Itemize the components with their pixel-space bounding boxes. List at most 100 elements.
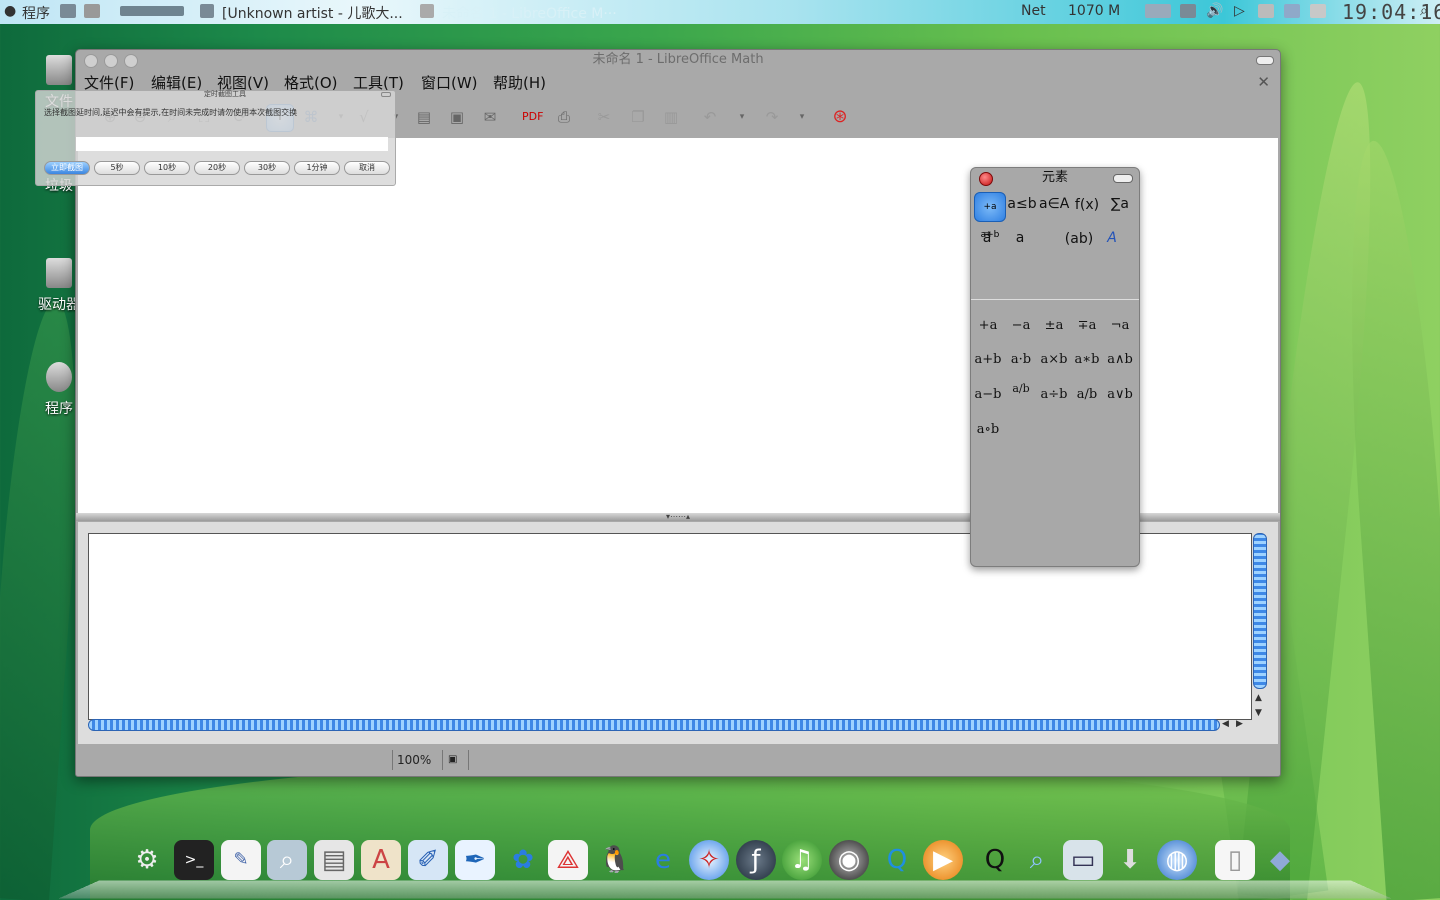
delay-30s-button[interactable]: 30秒 [244, 161, 290, 175]
element-minus-plus-a[interactable]: ∓a [1070, 318, 1104, 338]
search-icon[interactable]: Q [975, 840, 1015, 880]
export-pdf-icon[interactable]: PDF [522, 107, 543, 127]
graphics-icon[interactable]: A [361, 840, 401, 880]
quicktime-icon[interactable]: Q [877, 840, 917, 880]
element-a-div-b[interactable]: a÷b [1037, 387, 1071, 407]
play-icon[interactable]: ▷ [1234, 3, 1245, 19]
vertical-scroll-thumb[interactable] [1253, 533, 1267, 689]
capture-now-button[interactable]: 立即截图 [44, 161, 90, 175]
close-panel-button[interactable] [979, 172, 993, 186]
menu-window[interactable]: 窗口(W) [421, 72, 478, 93]
flash-icon[interactable]: ƒ [736, 840, 776, 880]
print-icon[interactable]: ⎙ [554, 107, 574, 127]
music-icon[interactable]: ♫ [782, 840, 822, 880]
close-window-button[interactable] [84, 54, 98, 68]
window-titlebar[interactable]: 未命名 1 - LibreOffice Math [76, 50, 1280, 70]
safari-icon[interactable]: ✧ [689, 840, 729, 880]
writer-icon[interactable]: ✐ [408, 840, 448, 880]
dropdown-arrow-icon[interactable]: ▾ [732, 107, 752, 127]
network-icon[interactable] [1180, 3, 1196, 19]
delay-20s-button[interactable]: 20秒 [194, 161, 240, 175]
menu-help[interactable]: 帮助(H) [493, 72, 546, 93]
scanner-icon[interactable]: ▭ [1063, 840, 1103, 880]
dialog-collapse-icon[interactable] [381, 92, 391, 97]
scroll-right-icon[interactable]: ▶ [1236, 719, 1243, 729]
image-viewer-icon[interactable]: ⌕ [267, 840, 307, 880]
element-a-and-b[interactable]: a∧b [1103, 352, 1137, 372]
element-a-slash-b[interactable]: a/b [1070, 387, 1104, 407]
globe-icon[interactable]: ◍ [1157, 840, 1197, 880]
delay-5s-button[interactable]: 5秒 [94, 161, 140, 175]
scroll-left-icon[interactable]: ◀ [1222, 719, 1229, 729]
dvd-icon[interactable]: ◉ [829, 840, 869, 880]
undo-icon[interactable]: ↶ [700, 107, 720, 127]
category-others[interactable]: a [1005, 224, 1035, 252]
category-brackets[interactable]: (ab) [1064, 225, 1094, 253]
document-viewer-icon[interactable]: ▤ [314, 840, 354, 880]
zoom-level[interactable]: 100% [397, 747, 431, 773]
blank-document-icon[interactable]: ▯ [1215, 840, 1255, 880]
flower-icon[interactable]: ✿ [503, 840, 543, 880]
element-a-times-b[interactable]: a×b [1037, 352, 1071, 372]
paste-icon[interactable]: ▥ [661, 107, 681, 127]
apple-menu-icon[interactable]: ● [4, 3, 16, 19]
category-attributes[interactable]: a⃗ [972, 224, 1002, 252]
media-player-icon[interactable]: ▶ [923, 840, 963, 880]
cut-icon[interactable]: ✂ [594, 107, 614, 127]
bookmark-icon[interactable]: ◆ [1260, 840, 1300, 880]
scroll-up-icon[interactable]: ▲ [1255, 693, 1262, 703]
open-icon[interactable]: ▤ [414, 107, 434, 127]
cancel-button[interactable]: 取消 [344, 161, 390, 175]
delay-10s-button[interactable]: 10秒 [144, 161, 190, 175]
maximize-window-button[interactable] [124, 54, 138, 68]
element-plus-minus-a[interactable]: ±a [1037, 318, 1071, 338]
category-set-operations[interactable]: a∈A [1039, 190, 1069, 218]
text-editor-icon[interactable]: ✎ [221, 840, 261, 880]
pdf-icon[interactable]: ⟁ [548, 840, 588, 880]
panel-drive-icon[interactable] [84, 3, 100, 19]
delay-1min-button[interactable]: 1分钟 [294, 161, 340, 175]
collapse-pill-icon[interactable] [1256, 56, 1274, 65]
element-a-cdot-b[interactable]: a·b [1004, 352, 1038, 372]
collapse-panel-icon[interactable] [1113, 174, 1133, 183]
close-document-icon[interactable]: ✕ [1257, 73, 1270, 91]
category-formats[interactable]: A [1097, 224, 1127, 252]
taskbar-item-math[interactable]: 未命名 1 - LibreOffice M··· [442, 3, 617, 23]
internet-explorer-icon[interactable]: e [643, 840, 683, 880]
mail-icon[interactable]: ✉ [480, 107, 500, 127]
penguin-icon[interactable]: 🐧 [595, 840, 635, 880]
volume-icon[interactable]: 🔊 [1206, 3, 1223, 19]
element-not-a[interactable]: ¬a [1103, 318, 1137, 338]
windows-icon[interactable] [1310, 3, 1326, 19]
element-minus-a[interactable]: −a [1004, 318, 1038, 338]
copy-icon[interactable]: ❐ [628, 107, 648, 127]
element-a-ast-b[interactable]: a∗b [1070, 352, 1104, 372]
search-icon[interactable]: ⌕ [1420, 3, 1428, 19]
category-functions[interactable]: f(x) [1072, 191, 1102, 219]
element-a-minus-b[interactable]: a−b [971, 387, 1005, 407]
taskbar-item-music[interactable]: [Unknown artist - 儿歌大... [222, 3, 403, 23]
category-unary-binary[interactable]: +a a+b [974, 192, 1006, 240]
element-a-circ-b[interactable]: a∘b [971, 422, 1005, 442]
display-icon[interactable] [1284, 3, 1300, 19]
installer-icon[interactable]: ⬇ [1110, 840, 1150, 880]
horizontal-scrollbar[interactable]: ◀ ▶ [88, 719, 1250, 731]
help-lifebuoy-icon[interactable]: ⊛ [830, 107, 850, 127]
element-a-or-b[interactable]: a∨b [1103, 387, 1137, 407]
dropdown-arrow-icon[interactable]: ▾ [792, 107, 812, 127]
panel-launcher-icon[interactable] [60, 3, 76, 19]
horizontal-scroll-thumb[interactable] [88, 719, 1220, 731]
vertical-scrollbar[interactable]: ▲ ▼ [1253, 533, 1267, 723]
element-a-over-b[interactable]: a/b [1004, 383, 1038, 404]
element-a-plus-b[interactable]: a+b [971, 352, 1005, 372]
save-icon[interactable]: ▣ [447, 107, 467, 127]
scroll-down-icon[interactable]: ▼ [1255, 708, 1262, 718]
keyboard-icon[interactable] [1258, 3, 1274, 19]
settings-icon[interactable]: ⚙ [127, 840, 167, 880]
elements-panel-titlebar[interactable]: 元素 [971, 168, 1139, 188]
dialog-input[interactable] [76, 137, 388, 151]
category-relations[interactable]: a≤b [1007, 190, 1037, 218]
inkscape-icon[interactable]: ✒ [455, 840, 495, 880]
element-plus-a[interactable]: +a [971, 318, 1005, 338]
minimize-window-button[interactable] [104, 54, 118, 68]
